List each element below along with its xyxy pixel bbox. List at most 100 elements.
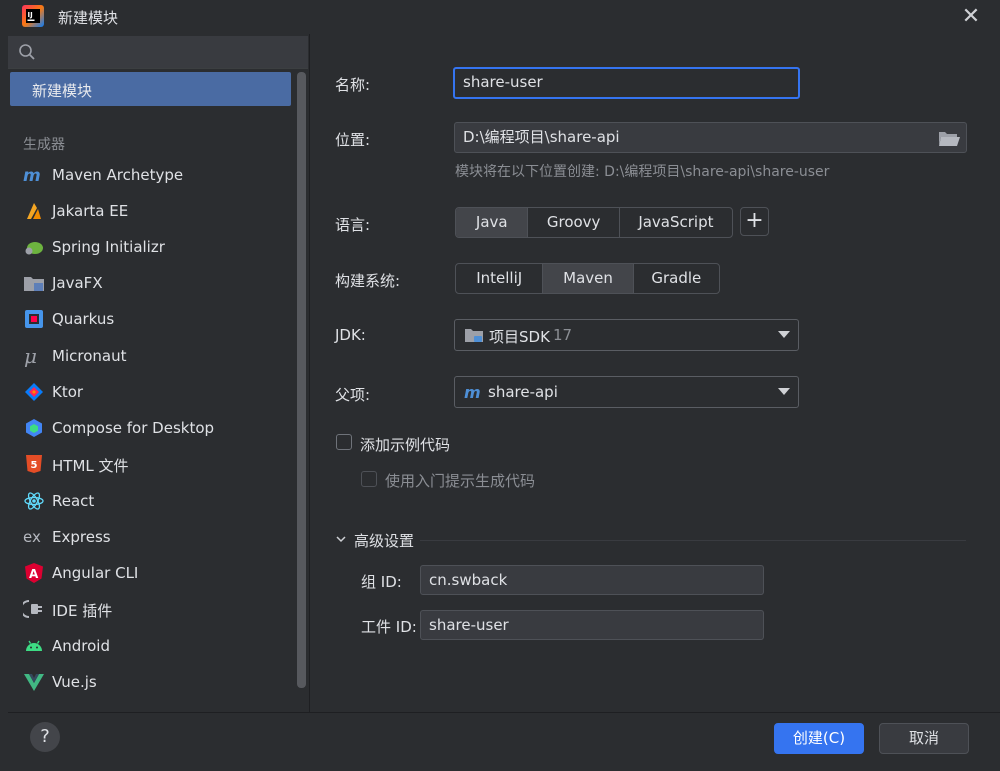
sidebar-scrollbar[interactable] [297,72,306,688]
html5-icon: 5 [26,455,42,473]
build-system-selector: IntelliJ Maven Gradle [455,263,720,294]
spring-icon [25,242,43,255]
svg-text:ex: ex [23,528,41,546]
sidebar-item-label: IDE 插件 [52,602,113,620]
sidebar-item-new-module[interactable]: 新建模块 [10,72,291,106]
svg-text:5: 5 [31,460,38,471]
compose-icon [26,419,42,437]
ide-plugin-icon [23,600,42,618]
maven-icon: m [464,383,481,401]
chevron-down-icon [778,331,790,338]
android-icon [26,640,42,651]
sidebar-item-label: Maven Archetype [52,166,184,184]
jakarta-ee-icon [27,203,41,219]
sidebar-item-express[interactable]: ex Express [23,523,291,553]
parent-value: share-api [488,383,558,401]
sidebar-item-maven-archetype[interactable]: m Maven Archetype [23,161,291,191]
micronaut-icon: μ [24,345,37,367]
angular-icon: A [25,563,43,583]
sidebar-item-label: Express [52,528,111,546]
sidebar-item-jakarta-ee[interactable]: Jakarta EE [23,197,291,227]
jdk-version: 17 [553,326,573,344]
cancel-button[interactable]: 取消 [879,723,969,754]
artifact-id-label: 工件 ID: [361,618,417,636]
javafx-icon [24,277,44,291]
svg-text:m: m [464,383,481,401]
window-title: 新建模块 [58,9,119,27]
sidebar-item-label: HTML 文件 [52,457,129,475]
sidebar-search-input[interactable] [8,36,308,69]
intellij-logo-icon: IJ [22,5,44,27]
name-input[interactable]: share-user [453,67,800,99]
language-option-java[interactable]: Java [456,208,529,237]
search-icon [19,44,35,60]
add-sample-code-label: 添加示例代码 [360,436,451,454]
group-id-input[interactable]: cn.swback [420,565,764,595]
sdk-folder-icon [465,329,483,342]
sidebar-item-label: Android [52,637,110,655]
sidebar-item-label: Compose for Desktop [52,419,215,437]
close-button[interactable]: ✕ [958,4,984,30]
help-button[interactable]: ? [30,722,60,752]
express-icon: ex [23,528,41,546]
chevron-down-icon[interactable] [335,533,347,545]
sidebar-item-label: Quarkus [52,310,115,328]
advanced-settings-toggle[interactable]: 高级设置 [354,530,414,551]
svg-text:A: A [29,567,39,581]
build-option-maven[interactable]: Maven [543,264,634,293]
sidebar-item-javafx[interactable]: JavaFX [23,269,291,299]
generators-section-label: 生成器 [23,137,65,153]
sidebar-item-react[interactable]: React [23,487,291,517]
sidebar-item-android[interactable]: Android [23,632,291,662]
location-input[interactable]: D:\编程项目\share-api [454,122,967,153]
artifact-id-input[interactable]: share-user [420,610,764,640]
sidebar-item-vuejs[interactable]: Vue.js [23,668,291,698]
title-bar [0,0,1000,34]
jdk-dropdown[interactable]: 项目SDK 17 [454,319,799,351]
language-option-groovy[interactable]: Groovy [528,208,620,237]
onboarding-tips-checkbox[interactable] [361,471,377,487]
create-button[interactable]: 创建(C) [774,723,864,754]
add-sample-code-checkbox[interactable] [336,434,352,450]
parent-dropdown[interactable]: m share-api [454,376,799,408]
language-selector: Java Groovy JavaScript [455,207,733,238]
build-option-gradle[interactable]: Gradle [634,264,719,293]
svg-text:μ: μ [24,345,37,367]
ktor-icon [25,383,43,401]
svg-text:IJ: IJ [28,11,33,19]
sidebar-item-html-file[interactable]: 5 HTML 文件 [23,450,291,480]
jdk-name: 项目SDK [489,328,550,346]
sidebar-item-spring-initializr[interactable]: Spring Initializr [23,233,291,263]
build-option-intellij[interactable]: IntelliJ [456,264,544,293]
onboarding-tips-label: 使用入门提示生成代码 [385,472,536,490]
sidebar-item-label: Ktor [52,383,84,401]
sidebar-item-label: Jakarta EE [52,202,129,220]
language-option-javascript[interactable]: JavaScript [620,208,732,237]
location-hint: 模块将在以下位置创建: D:\编程项目\share-api\share-user [455,164,830,180]
chevron-down-icon [778,388,790,395]
sidebar-item-label: 新建模块 [32,82,93,100]
folder-open-icon[interactable] [937,128,961,148]
sidebar-item-label: JavaFX [52,274,103,292]
location-label: 位置: [335,131,371,149]
sidebar-item-ktor[interactable]: Ktor [23,378,291,408]
language-label: 语言: [335,216,371,234]
sidebar-item-micronaut[interactable]: μ Micronaut [23,342,291,372]
build-system-label: 构建系统: [335,272,401,290]
react-icon [24,492,44,510]
name-label: 名称: [335,76,371,94]
sidebar-item-label: Angular CLI [52,564,139,582]
sidebar-item-quarkus[interactable]: Quarkus [23,305,291,335]
quarkus-icon [25,310,43,328]
maven-icon: m [23,166,41,186]
sidebar-item-label: Spring Initializr [52,238,165,256]
sidebar-item-ide-plugin[interactable]: IDE 插件 [23,595,291,625]
jdk-label: JDK: [335,326,366,344]
add-language-button[interactable]: + [740,207,769,236]
svg-text:m: m [23,166,41,186]
sidebar-item-label: React [52,492,95,510]
sidebar-item-angular-cli[interactable]: A Angular CLI [23,559,291,589]
sidebar-item-label: Micronaut [52,347,127,365]
sidebar-item-compose-for-desktop[interactable]: Compose for Desktop [23,414,291,444]
sidebar-item-label: Vue.js [52,673,97,691]
